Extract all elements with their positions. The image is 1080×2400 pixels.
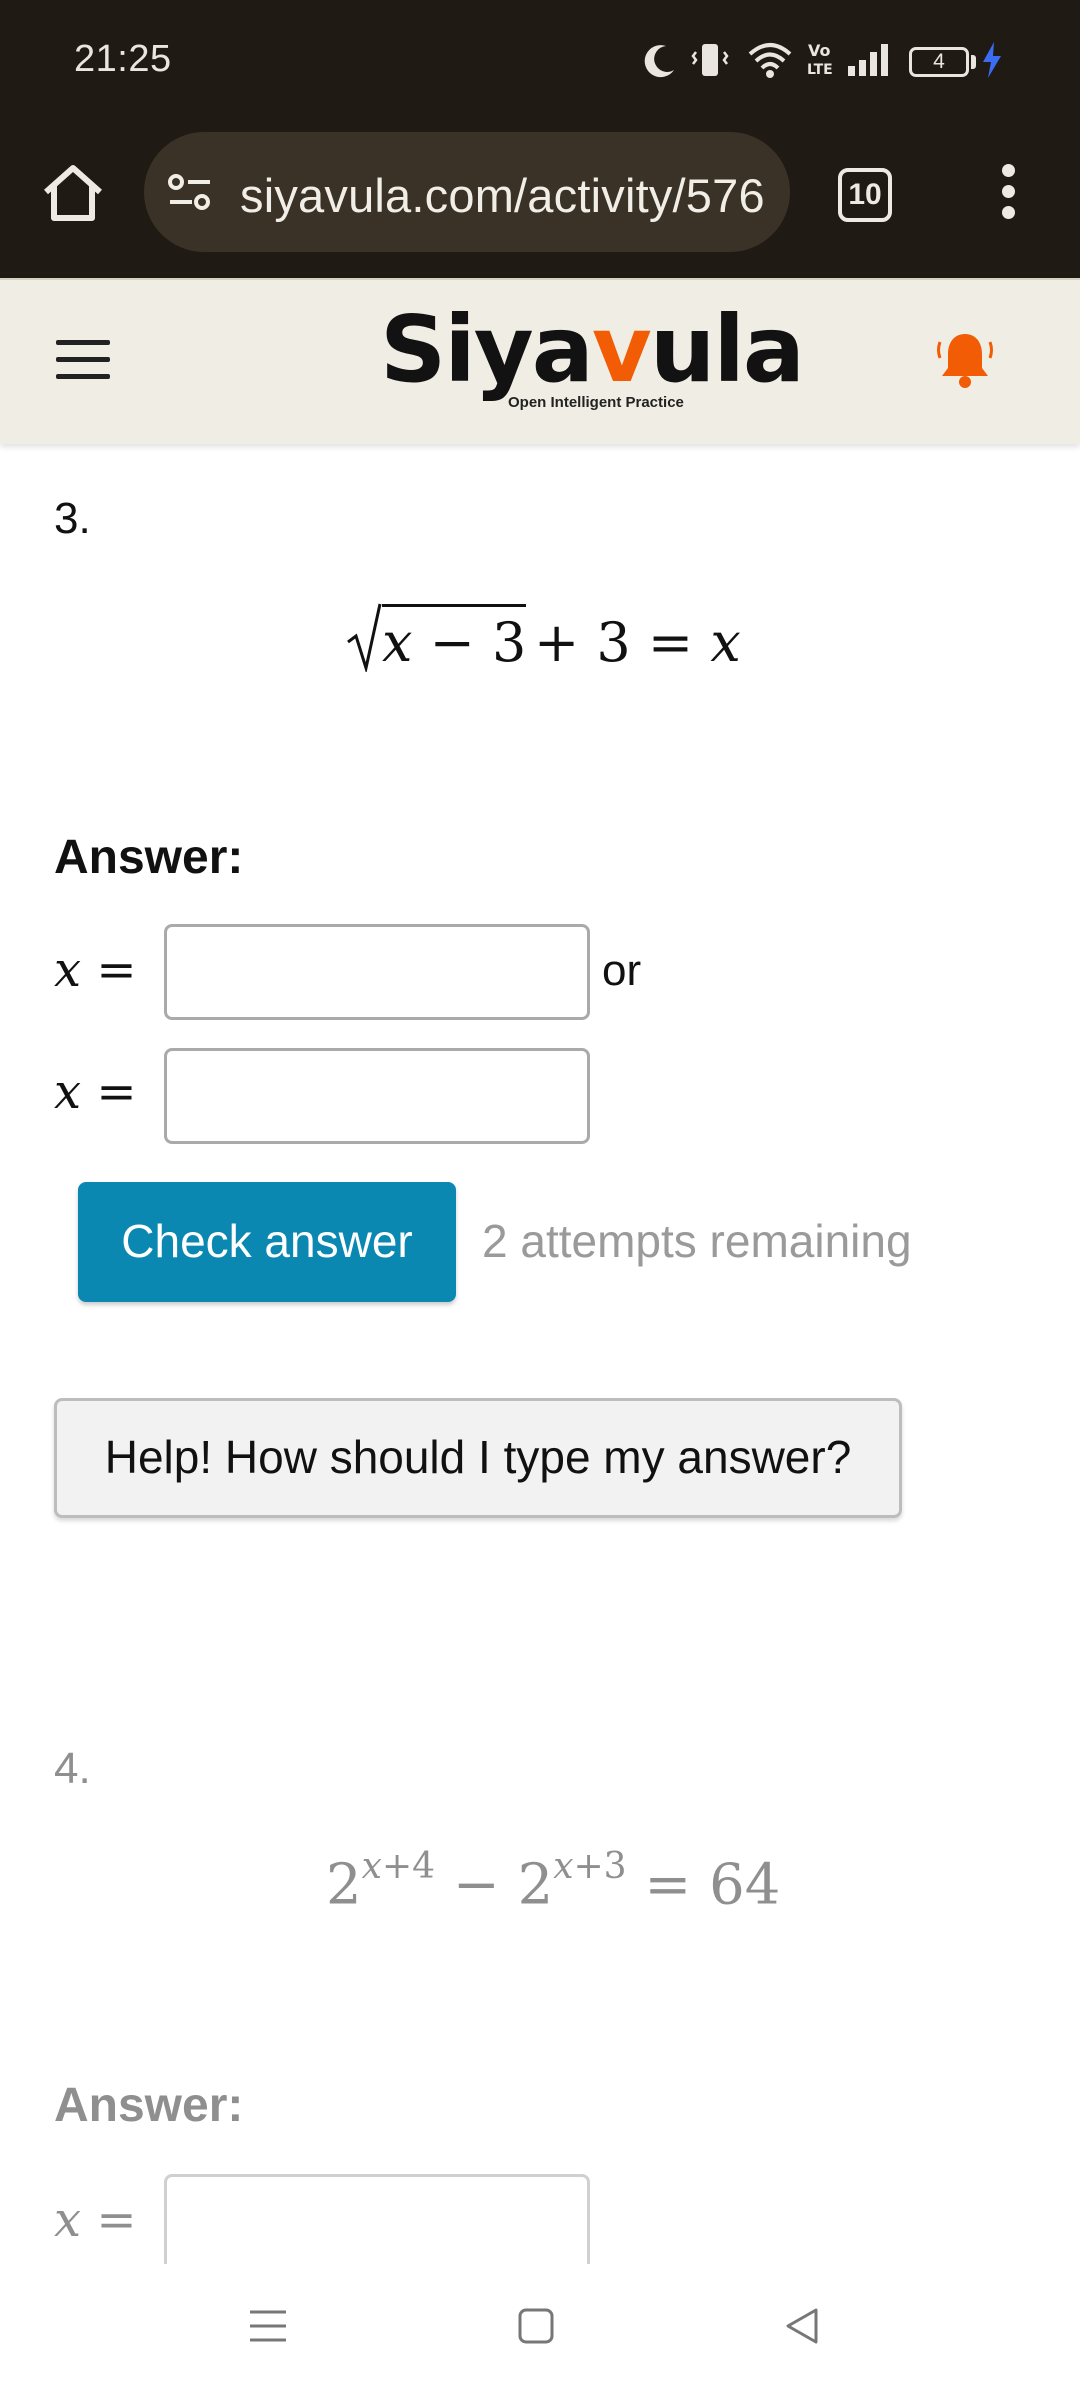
svg-text:Vo: Vo (808, 41, 831, 60)
overflow-menu-icon[interactable] (990, 158, 1026, 228)
site-settings-icon[interactable] (166, 172, 214, 212)
question-number: 3. (54, 494, 91, 543)
tabs-icon[interactable]: 10 (838, 168, 892, 222)
sqrt-symbol-icon (347, 603, 382, 672)
status-bar: 21:25 Vo LTE 4 (0, 0, 1080, 124)
siyavula-logo[interactable]: Siyavula Open Intelligent Practice (380, 302, 805, 422)
or-label: or (602, 946, 642, 995)
address-bar[interactable]: siyavula.com/activity/576 (144, 132, 790, 252)
battery-tip (971, 55, 976, 69)
status-time: 21:25 (74, 38, 172, 80)
logo-wordmark: Siyavula (380, 296, 805, 403)
variable-label: x = (54, 942, 137, 998)
recent-apps-icon[interactable] (246, 2304, 290, 2348)
system-nav-bar (0, 2264, 1080, 2400)
charging-icon (983, 42, 1001, 78)
moon-icon (644, 45, 674, 78)
wifi-icon (748, 43, 792, 78)
question-number: 4. (54, 1744, 91, 1793)
variable-label: x = (54, 2192, 137, 2248)
vibrate-icon (691, 44, 729, 76)
signal-icon (848, 44, 888, 76)
battery-icon: 4 (909, 47, 969, 77)
browser-toolbar: siyavula.com/activity/576 10 (0, 124, 1080, 278)
url-text: siyavula.com/activity/576 (240, 169, 765, 222)
answer-label: Answer: (54, 2079, 244, 2132)
answer-input-2[interactable] (164, 1048, 590, 1144)
check-answer-button[interactable]: Check answer (78, 1182, 456, 1302)
question-equation: 2x+4 − 2x+3 = 64 (326, 1846, 781, 1918)
home-nav-icon[interactable] (514, 2304, 558, 2348)
site-header: Siyavula Open Intelligent Practice (0, 278, 1080, 444)
back-icon[interactable] (780, 2304, 824, 2348)
attempts-remaining: 2 attempts remaining (482, 1215, 912, 1267)
svg-text:LTE: LTE (807, 62, 833, 78)
home-icon[interactable] (38, 158, 108, 228)
answer-label: Answer: (54, 831, 244, 884)
variable-label: x = (54, 1064, 137, 1120)
volte-icon: Vo LTE (807, 41, 833, 78)
answer-input-1[interactable] (164, 924, 590, 1020)
answer-input-1[interactable] (164, 2174, 590, 2264)
help-typing-button[interactable]: Help! How should I type my answer? (54, 1398, 902, 1518)
logo-tagline: Open Intelligent Practice (508, 394, 684, 411)
hamburger-menu-icon[interactable] (56, 340, 110, 382)
notification-bell-icon[interactable] (934, 328, 996, 394)
